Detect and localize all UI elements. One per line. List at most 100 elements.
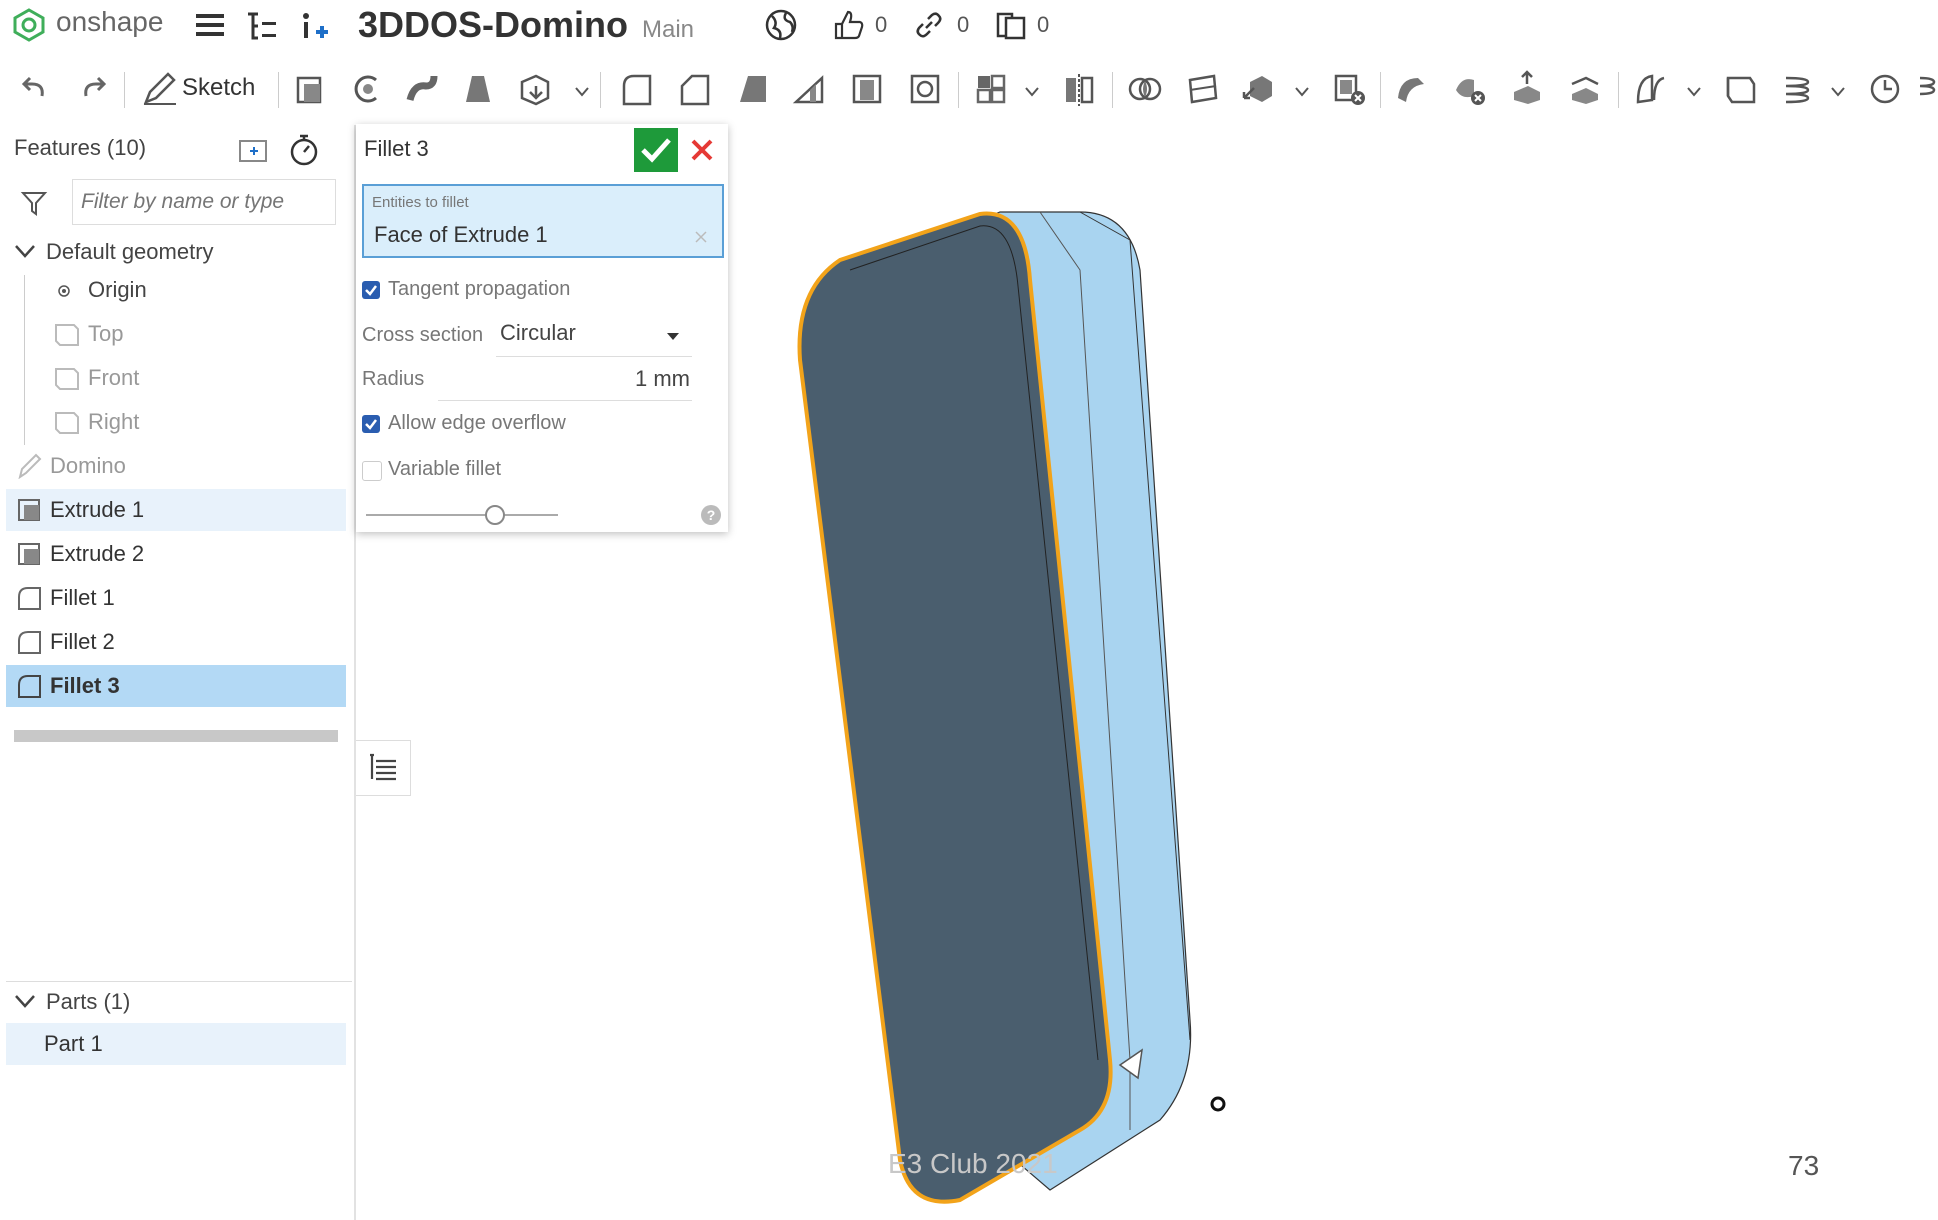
tangent-propagation-label: Tangent propagation [388, 278, 571, 300]
feature-row-fillet-3[interactable]: Fillet 3 [6, 665, 346, 707]
entity-chip[interactable]: Face of Extrude 1 [374, 222, 548, 248]
undo-icon[interactable] [16, 70, 54, 108]
cancel-button[interactable] [690, 138, 714, 162]
chevron-down-icon[interactable] [14, 993, 36, 1011]
rib-icon[interactable] [790, 70, 828, 108]
sketch-icon[interactable] [140, 70, 178, 108]
allow-edge-overflow-checkbox[interactable] [362, 415, 380, 433]
feature-list-icon[interactable] [244, 10, 278, 42]
filter-icon[interactable] [20, 189, 48, 217]
chevron-down-icon[interactable] [1686, 86, 1702, 98]
link-icon[interactable] [914, 10, 944, 40]
stopwatch-icon[interactable] [288, 133, 320, 167]
extrude-icon [18, 499, 40, 521]
workspace-name[interactable]: Main [642, 16, 694, 44]
entities-label: Entities to fillet [372, 194, 469, 211]
feature-list-panel: Features (10) Default geometry Origin To… [6, 125, 352, 1220]
mirror-icon[interactable] [1060, 70, 1098, 108]
fillet-icon [18, 675, 41, 698]
feature-row-extrude-1[interactable]: Extrude 1 [6, 489, 346, 531]
insert-icon[interactable] [298, 10, 332, 44]
replace-face-icon[interactable] [1566, 70, 1604, 108]
links-count: 0 [957, 12, 970, 37]
plane-label: Front [88, 365, 140, 390]
dropdown-arrow-icon [667, 333, 679, 340]
modify-fillet-icon[interactable] [1392, 70, 1430, 108]
loft-icon[interactable] [460, 70, 498, 108]
redo-icon[interactable] [74, 70, 112, 108]
rollback-bar[interactable] [14, 730, 338, 742]
move-face-icon[interactable] [1508, 70, 1546, 108]
dialog-title: Fillet 3 [364, 136, 429, 161]
feature-panel-toggle[interactable] [356, 740, 411, 796]
features-title: Features (10) [14, 135, 147, 160]
globe-icon[interactable] [764, 8, 798, 42]
copies-count: 0 [1037, 12, 1050, 37]
plane-label: Right [88, 409, 140, 434]
chevron-down-icon[interactable] [1830, 86, 1846, 98]
cross-section-select[interactable]: Circular [496, 314, 692, 357]
sketch-button[interactable]: Sketch [182, 74, 255, 102]
radius-input[interactable]: 1 mm [438, 358, 692, 401]
offset-surface-icon[interactable] [1632, 70, 1670, 108]
part-row[interactable]: Part 1 [6, 1023, 346, 1065]
feature-row-extrude-2[interactable]: Extrude 2 [6, 533, 346, 575]
fillet-icon [18, 587, 41, 610]
model-viewport[interactable] [780, 200, 1260, 1210]
filter-input[interactable] [72, 179, 336, 225]
delete-part-icon[interactable] [1330, 70, 1368, 108]
shell-icon[interactable] [848, 70, 886, 108]
parts-header[interactable]: Parts (1) [46, 989, 130, 1015]
logo-text: onshape [56, 6, 164, 37]
feature-row-fillet-2[interactable]: Fillet 2 [6, 621, 346, 663]
plane-icon[interactable] [1722, 70, 1760, 108]
menu-icon[interactable] [196, 12, 224, 38]
help-icon[interactable]: ? [700, 504, 722, 526]
split-icon[interactable] [1184, 70, 1222, 108]
chamfer-icon[interactable] [676, 70, 714, 108]
document-title[interactable]: 3DDOS-Domino [358, 4, 628, 46]
fillet-tool-icon[interactable] [618, 70, 656, 108]
plane-icon [55, 412, 79, 434]
copy-icon[interactable] [994, 8, 1028, 42]
plane-label: Top [88, 321, 124, 346]
variable-fillet-label: Variable fillet [388, 458, 502, 480]
chevron-down-icon[interactable] [1294, 86, 1310, 98]
cross-section-label: Cross section [362, 324, 484, 346]
plane-icon [55, 324, 79, 346]
thicken-icon[interactable] [516, 70, 554, 108]
like-icon[interactable] [832, 8, 866, 42]
hole-icon[interactable] [906, 70, 944, 108]
tangent-propagation-checkbox[interactable] [362, 281, 380, 299]
slider-track[interactable] [366, 514, 558, 516]
slider-handle[interactable] [484, 505, 505, 525]
variable-fillet-checkbox[interactable] [362, 461, 382, 481]
radius-value: 1 mm [635, 366, 690, 391]
add-folder-icon[interactable] [236, 135, 270, 165]
revolve-icon[interactable] [348, 70, 386, 108]
default-geometry-label[interactable]: Default geometry [46, 239, 214, 265]
helix-icon[interactable] [1778, 70, 1816, 108]
fillet-icon [18, 631, 41, 654]
feature-row-fillet-1[interactable]: Fillet 1 [6, 577, 346, 619]
origin-icon [58, 285, 70, 297]
sweep-icon[interactable] [404, 70, 442, 108]
accept-button[interactable] [634, 128, 678, 172]
feature-label: Extrude 1 [50, 497, 145, 522]
history-icon[interactable] [1866, 70, 1904, 108]
feature-row-domino[interactable]: Domino [6, 445, 346, 487]
boolean-icon[interactable] [1126, 70, 1164, 108]
linear-pattern-icon[interactable] [972, 70, 1010, 108]
chevron-down-icon[interactable] [574, 86, 590, 98]
onshape-logo-icon[interactable] [12, 8, 46, 42]
more-tools-icon[interactable] [1916, 70, 1938, 108]
chevron-down-icon[interactable] [14, 243, 36, 261]
entities-field[interactable]: Entities to fillet Face of Extrude 1 [362, 184, 724, 258]
transform-icon[interactable] [1240, 70, 1278, 108]
remove-entity-icon[interactable] [694, 230, 708, 244]
extrude-icon[interactable] [290, 70, 328, 108]
delete-face-icon[interactable] [1450, 70, 1488, 108]
chevron-down-icon[interactable] [1024, 86, 1040, 98]
draft-icon[interactable] [734, 70, 772, 108]
checkmark-icon [641, 138, 671, 163]
